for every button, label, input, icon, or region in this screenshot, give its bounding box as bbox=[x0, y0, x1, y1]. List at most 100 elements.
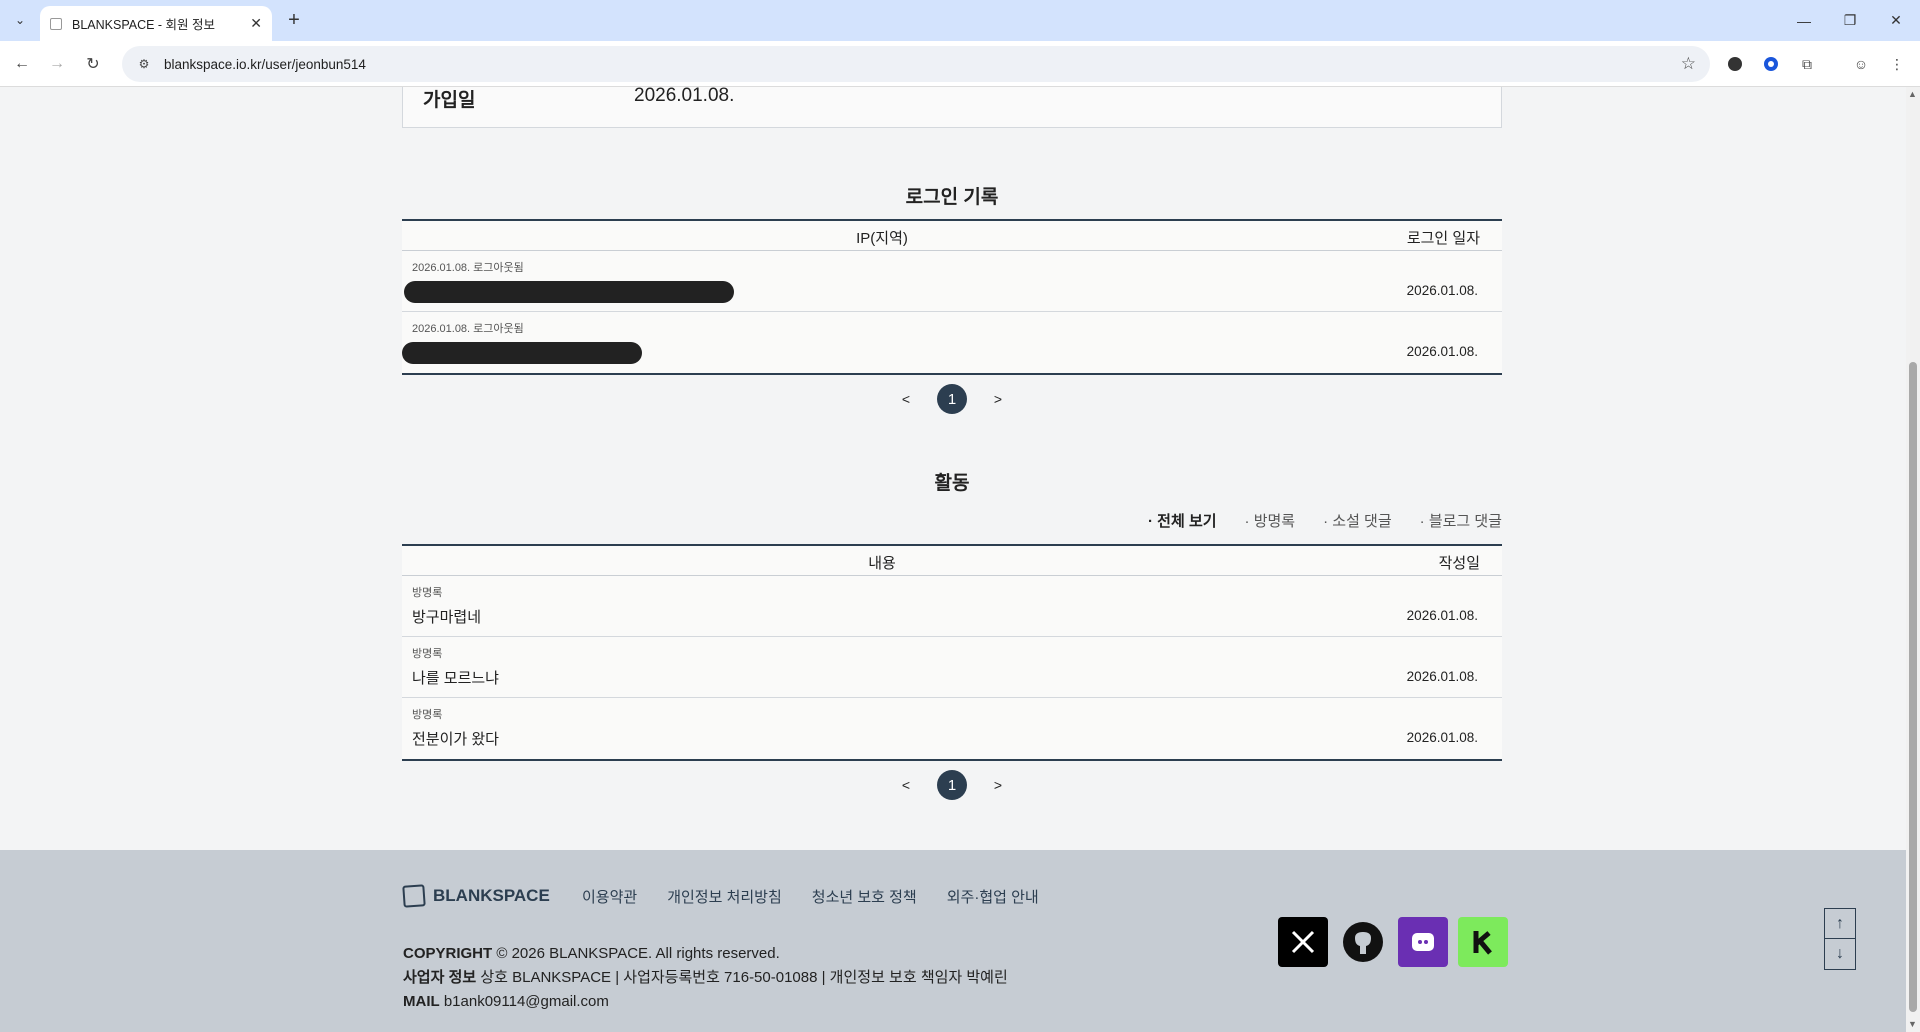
window-close-button[interactable]: ✕ bbox=[1874, 0, 1918, 41]
next-page-button[interactable]: > bbox=[989, 777, 1007, 793]
joined-date-label: 가입일 bbox=[423, 90, 476, 111]
page-1-button[interactable]: 1 bbox=[937, 384, 967, 414]
postype-icon[interactable] bbox=[1398, 917, 1448, 967]
activity-pagination: < 1 > bbox=[402, 770, 1502, 800]
scrollbar-down-icon[interactable]: ▼ bbox=[1908, 1019, 1917, 1029]
scroll-control: ↑ ↓ bbox=[1824, 908, 1856, 970]
login-history-table: IP(지역) 로그인 일자 2026.01.08. 로그아웃됨 2026.01.… bbox=[402, 219, 1502, 375]
activity-date: 2026.01.08. bbox=[1406, 669, 1478, 684]
bookmark-star-icon[interactable]: ☆ bbox=[1681, 54, 1696, 74]
copyright-line: COPYRIGHT © 2026 BLANKSPACE. All rights … bbox=[403, 942, 1008, 966]
privacy-policy-link[interactable]: 개인정보 처리방침 bbox=[667, 886, 782, 907]
minimize-button[interactable]: — bbox=[1782, 0, 1826, 41]
copyright-label: COPYRIGHT bbox=[403, 945, 493, 962]
x-icon[interactable] bbox=[1278, 917, 1328, 967]
blankspace-logo-icon bbox=[402, 884, 426, 908]
business-text: 상호 BLANKSPACE | 사업자등록번호 716-50-01088 | 개… bbox=[480, 969, 1008, 986]
redacted-ip bbox=[402, 342, 642, 364]
scrollbar-up-icon[interactable]: ▲ bbox=[1908, 89, 1917, 99]
prev-page-button[interactable]: < bbox=[897, 777, 915, 793]
mail-label: MAIL bbox=[403, 993, 440, 1010]
browser-menu-icon[interactable]: ⋮ bbox=[1886, 53, 1908, 75]
login-pagination: < 1 > bbox=[402, 384, 1502, 414]
extension-dark-icon[interactable] bbox=[1724, 53, 1746, 75]
social-links bbox=[1278, 917, 1508, 967]
login-status: 2026.01.08. 로그아웃됨 bbox=[412, 323, 524, 335]
business-label: 사업자 정보 bbox=[403, 969, 477, 986]
extension-blue-icon[interactable] bbox=[1760, 53, 1782, 75]
scroll-bottom-button[interactable]: ↓ bbox=[1825, 939, 1855, 969]
page-content: 가입일 2026.01.08. 로그인 기록 IP(지역) 로그인 일자 202… bbox=[0, 87, 1906, 1032]
activity-filter-tabs: · 전체 보기 · 방명록 · 소설 댓글 · 블로그 댓글 bbox=[402, 510, 1502, 531]
footer-info: COPYRIGHT © 2026 BLANKSPACE. All rights … bbox=[403, 942, 1008, 1014]
forward-button[interactable]: → bbox=[44, 51, 70, 77]
table-row: 2026.01.08. 로그아웃됨 2026.01.08. bbox=[402, 312, 1502, 373]
browser-toolbar: ← → ↻ ⚙ blankspace.io.kr/user/jeonbun514… bbox=[0, 41, 1920, 87]
activity-content[interactable]: 나를 모르느냐 bbox=[412, 667, 499, 688]
activity-content[interactable]: 방구마렵네 bbox=[412, 606, 481, 627]
site-footer: BLANKSPACE 이용약관 개인정보 처리방침 청소년 보호 정책 외주·협… bbox=[0, 850, 1906, 1032]
column-header-written-date: 작성일 bbox=[1438, 555, 1480, 572]
scrollbar-thumb[interactable] bbox=[1909, 362, 1917, 1012]
login-history-title: 로그인 기록 bbox=[905, 187, 999, 208]
next-page-button[interactable]: > bbox=[989, 391, 1007, 407]
activity-category: 방명록 bbox=[412, 587, 443, 599]
activity-content[interactable]: 전분이가 왔다 bbox=[412, 728, 499, 749]
filter-all[interactable]: · 전체 보기 bbox=[1148, 510, 1217, 531]
kakao-icon[interactable] bbox=[1458, 917, 1508, 967]
tab-search-button[interactable]: ⌄ bbox=[8, 8, 32, 32]
page-scrollbar[interactable]: ▲ ▼ bbox=[1906, 87, 1920, 1032]
filter-novel-comments[interactable]: · 소설 댓글 bbox=[1323, 510, 1392, 531]
business-info-line: 사업자 정보 상호 BLANKSPACE | 사업자등록번호 716-50-01… bbox=[403, 966, 1008, 990]
back-button[interactable]: ← bbox=[9, 51, 35, 77]
login-status: 2026.01.08. 로그아웃됨 bbox=[412, 262, 524, 274]
tab-title: BLANKSPACE - 회원 정보 bbox=[72, 18, 216, 32]
column-header-login-date: 로그인 일자 bbox=[1406, 230, 1480, 247]
column-header-content: 내용 bbox=[868, 555, 896, 572]
restore-button[interactable]: ❐ bbox=[1828, 0, 1872, 41]
filter-blog-comments[interactable]: · 블로그 댓글 bbox=[1420, 510, 1502, 531]
profile-avatar-icon[interactable]: ☺ bbox=[1850, 53, 1872, 75]
terms-link[interactable]: 이용약관 bbox=[582, 886, 637, 907]
copyright-text: © 2026 BLANKSPACE. All rights reserved. bbox=[496, 945, 780, 962]
activity-title: 활동 bbox=[934, 473, 970, 494]
table-row[interactable]: 방명록 나를 모르느냐 2026.01.08. bbox=[402, 637, 1502, 698]
youth-protection-link[interactable]: 청소년 보호 정책 bbox=[812, 886, 917, 907]
activity-date: 2026.01.08. bbox=[1406, 608, 1478, 623]
table-row: 2026.01.08. 로그아웃됨 2026.01.08. bbox=[402, 251, 1502, 312]
new-tab-button[interactable]: + bbox=[282, 8, 306, 32]
login-date: 2026.01.08. bbox=[1406, 344, 1478, 359]
column-header-ip: IP(지역) bbox=[856, 230, 908, 247]
footer-logo-text: BLANKSPACE bbox=[433, 886, 550, 905]
address-url[interactable]: blankspace.io.kr/user/jeonbun514 bbox=[164, 57, 366, 72]
footer-links: 이용약관 개인정보 처리방침 청소년 보호 정책 외주·협업 안내 bbox=[582, 886, 1039, 907]
page-favicon-icon bbox=[50, 17, 62, 30]
extensions-puzzle-icon[interactable]: ⧉ bbox=[1796, 53, 1818, 75]
redacted-ip bbox=[404, 281, 734, 303]
tab-close-icon[interactable]: ✕ bbox=[250, 15, 262, 32]
address-bar[interactable]: ⚙ blankspace.io.kr/user/jeonbun514 ☆ bbox=[122, 46, 1710, 82]
activity-category: 방명록 bbox=[412, 709, 443, 721]
table-row[interactable]: 방명록 방구마렵네 2026.01.08. bbox=[402, 576, 1502, 637]
prev-page-button[interactable]: < bbox=[897, 391, 915, 407]
table-header: IP(지역) 로그인 일자 bbox=[402, 221, 1502, 251]
activity-date: 2026.01.08. bbox=[1406, 730, 1478, 745]
mail-line: MAIL b1ank09114@gmail.com bbox=[403, 990, 1008, 1014]
footer-logo[interactable]: BLANKSPACE bbox=[402, 884, 550, 908]
table-row[interactable]: 방명록 전분이가 왔다 2026.01.08. bbox=[402, 698, 1502, 759]
browser-tab-bar: ⌄ BLANKSPACE - 회원 정보 ✕ + — ❐ ✕ bbox=[0, 0, 1920, 41]
site-info-icon[interactable]: ⚙ bbox=[136, 56, 152, 72]
github-icon[interactable] bbox=[1338, 917, 1388, 967]
activity-table: 내용 작성일 방명록 방구마렵네 2026.01.08. 방명록 나를 모르느냐… bbox=[402, 544, 1502, 761]
table-header: 내용 작성일 bbox=[402, 546, 1502, 576]
joined-date-value: 2026.01.08. bbox=[634, 87, 735, 106]
reload-button[interactable]: ↻ bbox=[80, 51, 106, 77]
page-1-button[interactable]: 1 bbox=[937, 770, 967, 800]
mail-address[interactable]: b1ank09114@gmail.com bbox=[444, 993, 609, 1010]
browser-tab[interactable]: BLANKSPACE - 회원 정보 ✕ bbox=[40, 6, 272, 41]
login-date: 2026.01.08. bbox=[1406, 283, 1478, 298]
filter-guestbook[interactable]: · 방명록 bbox=[1245, 510, 1296, 531]
profile-info-box: 가입일 2026.01.08. bbox=[402, 87, 1502, 128]
collaboration-link[interactable]: 외주·협업 안내 bbox=[947, 886, 1039, 907]
scroll-top-button[interactable]: ↑ bbox=[1825, 909, 1855, 939]
